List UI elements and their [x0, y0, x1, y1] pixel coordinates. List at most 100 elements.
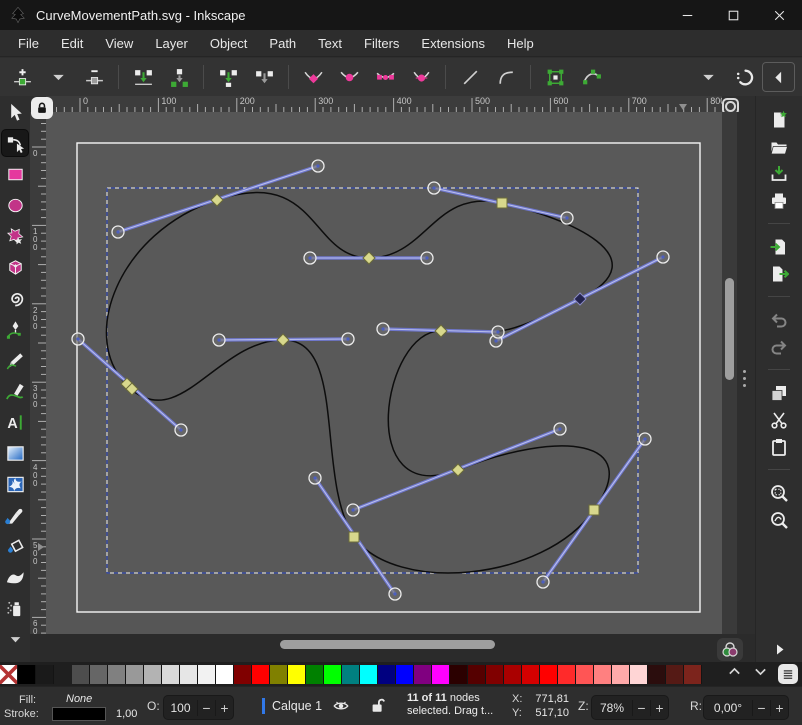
import-image-button[interactable]: [764, 233, 794, 260]
horizontal-ruler[interactable]: 0100200300400500600700800: [46, 96, 722, 112]
zoom-to-drawing-button[interactable]: [764, 506, 794, 533]
pencil-tool[interactable]: [2, 347, 28, 373]
palette-swatch-550000[interactable]: [468, 665, 486, 684]
join-with-segment-button[interactable]: [210, 62, 246, 92]
palette-swatch-ff2a2a[interactable]: [558, 665, 576, 684]
collapse-panel-button[interactable]: [762, 62, 795, 92]
make-line-button[interactable]: [452, 62, 488, 92]
tweak-tool[interactable]: [2, 564, 28, 590]
open-document-button[interactable]: [764, 133, 794, 160]
horizontal-scrollbar-thumb[interactable]: [280, 640, 495, 649]
rotation-value[interactable]: 0,00°: [704, 701, 752, 715]
palette-swatch-b3b3b3[interactable]: [144, 665, 162, 684]
new-document-button[interactable]: [764, 106, 794, 133]
palette-swatch-ff0000[interactable]: [540, 665, 558, 684]
gradient-tool[interactable]: [2, 440, 28, 466]
menu-layer[interactable]: Layer: [144, 36, 199, 51]
star-tool[interactable]: [2, 223, 28, 249]
paste-button[interactable]: [764, 433, 794, 460]
make-corner-button[interactable]: [295, 62, 331, 92]
palette-swatch-008080[interactable]: [342, 665, 360, 684]
menu-path[interactable]: Path: [258, 36, 307, 51]
dropper-tool[interactable]: [2, 502, 28, 528]
selector-tool[interactable]: [2, 99, 28, 125]
insert-node-options-button[interactable]: [40, 62, 76, 92]
palette-swatch-ff8080[interactable]: [594, 665, 612, 684]
maximize-button[interactable]: [710, 0, 756, 30]
menu-view[interactable]: View: [94, 36, 144, 51]
more-options-button[interactable]: [690, 62, 726, 92]
close-button[interactable]: [756, 0, 802, 30]
bucket-tool[interactable]: [2, 533, 28, 559]
save-document-button[interactable]: [764, 160, 794, 187]
opacity-plus-button[interactable]: +: [215, 700, 233, 716]
palette-swatch-f2f2f2[interactable]: [198, 665, 216, 684]
node-tool[interactable]: [2, 130, 28, 156]
vertical-ruler[interactable]: 0100200300400500600: [30, 112, 46, 634]
palette-swatch-808000[interactable]: [270, 665, 288, 684]
menu-edit[interactable]: Edit: [50, 36, 94, 51]
join-nodes-button[interactable]: [125, 62, 161, 92]
opacity-value[interactable]: 100: [164, 701, 197, 715]
palette-swatch-4d4d4d[interactable]: [72, 665, 90, 684]
print-document-button[interactable]: [764, 187, 794, 214]
color-management-button[interactable]: [717, 638, 743, 661]
layer-name[interactable]: Calque 1: [272, 699, 322, 713]
pen-tool[interactable]: [2, 316, 28, 342]
more-tools[interactable]: [2, 626, 28, 652]
canvas[interactable]: [46, 112, 722, 634]
stroke-width-value[interactable]: 1,00: [116, 708, 137, 720]
palette-swatch-800000[interactable]: [234, 665, 252, 684]
menu-text[interactable]: Text: [307, 36, 353, 51]
minimize-button[interactable]: [664, 0, 710, 30]
palette-swatch-aa0000[interactable]: [504, 665, 522, 684]
menu-object[interactable]: Object: [199, 36, 259, 51]
palette-swatch-00ffff[interactable]: [360, 665, 378, 684]
palette-swatch-e6e6e6[interactable]: [180, 665, 198, 684]
stroke-to-path-button[interactable]: [573, 62, 609, 92]
zoom-to-selection-button[interactable]: [764, 479, 794, 506]
more-commands-button[interactable]: [764, 635, 794, 662]
palette-swatch-ffffff[interactable]: [216, 665, 234, 684]
palette-swatch-ff00ff[interactable]: [432, 665, 450, 684]
stroke-swatch[interactable]: [52, 707, 106, 721]
palette-swatch-ffaaaa[interactable]: [612, 665, 630, 684]
palette-swatch-ffd5d5[interactable]: [630, 665, 648, 684]
vertical-scrollbar-thumb[interactable]: [725, 278, 734, 380]
palette-swatch-ffff00[interactable]: [288, 665, 306, 684]
menu-extensions[interactable]: Extensions: [410, 36, 496, 51]
delete-segment-button[interactable]: [246, 62, 282, 92]
palette-swatch-800080[interactable]: [414, 665, 432, 684]
horizontal-scrollbar[interactable]: [46, 637, 706, 652]
palette-swatch-000000[interactable]: [18, 665, 36, 684]
palette-swatch-666666[interactable]: [90, 665, 108, 684]
palette-swatch-800000[interactable]: [486, 665, 504, 684]
cut-button[interactable]: [764, 406, 794, 433]
calligraphy-tool[interactable]: [2, 378, 28, 404]
make-smooth-button[interactable]: [331, 62, 367, 92]
layer-visibility-icon[interactable]: [332, 697, 350, 718]
box3d-tool[interactable]: [2, 254, 28, 280]
palette-swatch-d9d9d9[interactable]: [162, 665, 180, 684]
palette-swatch-0000ff[interactable]: [396, 665, 414, 684]
palette-swatch-00ff00[interactable]: [324, 665, 342, 684]
vertical-scrollbar[interactable]: [722, 112, 737, 634]
layer-lock-icon[interactable]: [369, 696, 387, 717]
mesh-tool[interactable]: [2, 471, 28, 497]
break-nodes-button[interactable]: [161, 62, 197, 92]
palette-swatch-7c241c[interactable]: [684, 665, 702, 684]
fill-value[interactable]: None: [66, 693, 92, 705]
menu-filters[interactable]: Filters: [353, 36, 410, 51]
insert-node-button[interactable]: [4, 62, 40, 92]
menu-help[interactable]: Help: [496, 36, 545, 51]
palette-swatch-1a1a1a[interactable]: [36, 665, 54, 684]
palette-swatch-551a15[interactable]: [666, 665, 684, 684]
palette-swatch-999999[interactable]: [126, 665, 144, 684]
spray-tool[interactable]: [2, 595, 28, 621]
ruler-lock-button[interactable]: [31, 97, 53, 119]
ellipse-tool[interactable]: [2, 192, 28, 218]
palette-swatch-000080[interactable]: [378, 665, 396, 684]
palette-swatch-ff5555[interactable]: [576, 665, 594, 684]
palette-swatch-2b0d0d[interactable]: [648, 665, 666, 684]
spiral-tool[interactable]: [2, 285, 28, 311]
